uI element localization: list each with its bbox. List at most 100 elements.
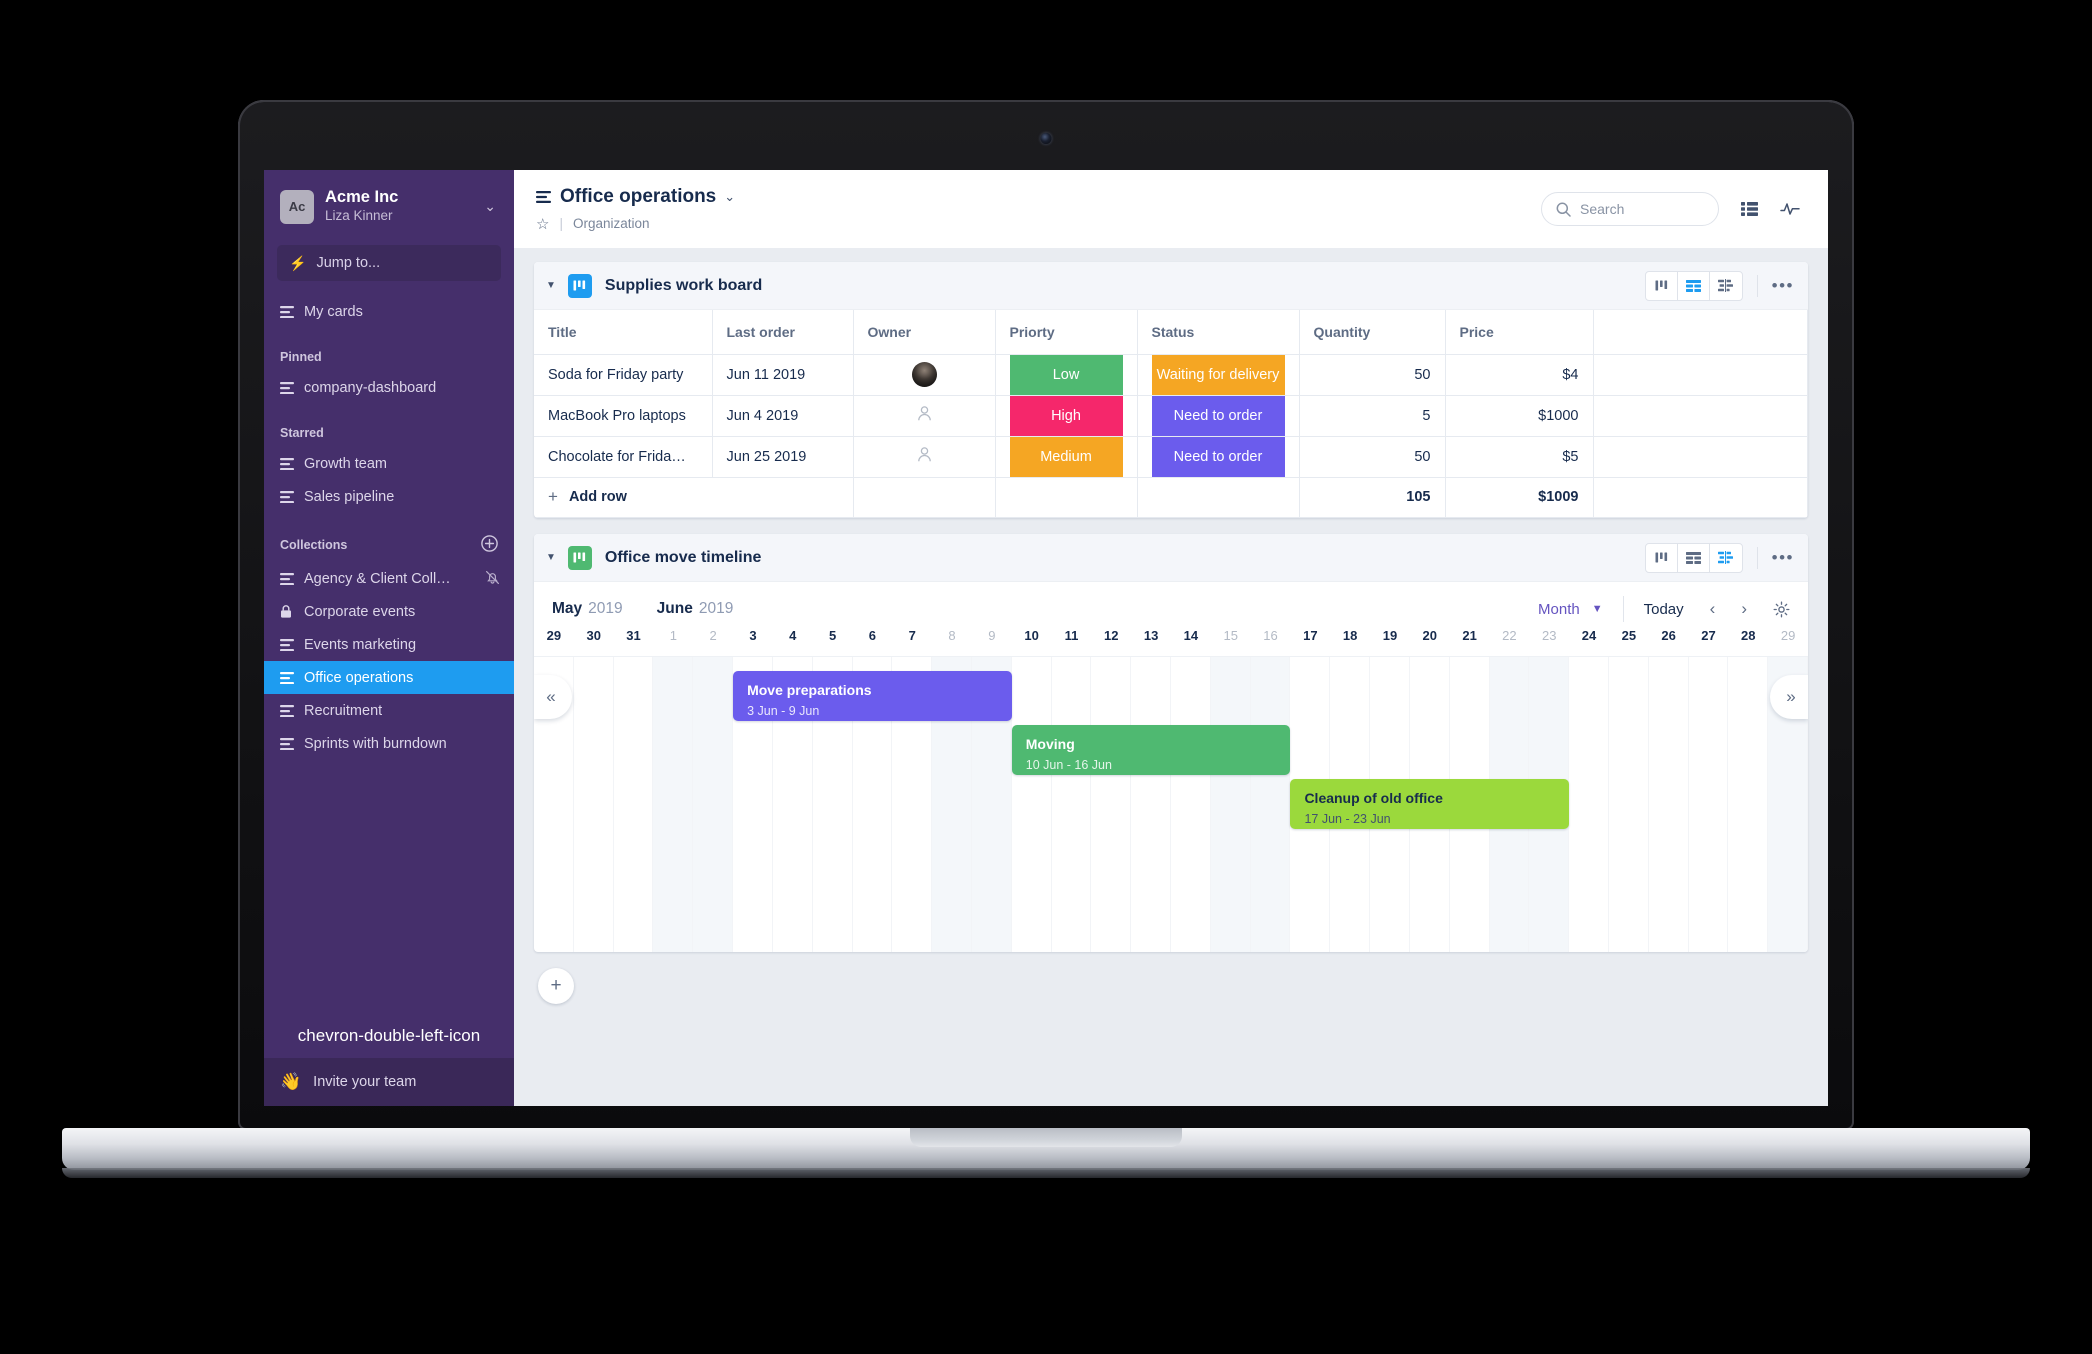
sidebar-item-events-marketing[interactable]: Events marketing bbox=[264, 628, 514, 661]
cell-priority[interactable]: High bbox=[995, 395, 1138, 437]
column-header-title[interactable]: Title bbox=[534, 310, 713, 355]
next-period-button[interactable]: › bbox=[1741, 599, 1747, 619]
list-view-icon[interactable] bbox=[1741, 202, 1758, 216]
column-header-owner[interactable]: Owner bbox=[853, 310, 996, 355]
cell-status-chip: Need to order bbox=[1151, 395, 1285, 435]
sidebar-item-sales-pipeline[interactable]: Sales pipeline bbox=[264, 480, 514, 513]
cell-quantity[interactable]: 50 bbox=[1299, 354, 1446, 396]
sidebar-item-agency-client-coll[interactable]: Agency & Client Coll… bbox=[264, 562, 514, 595]
view-table-button[interactable] bbox=[1678, 543, 1710, 572]
table-row[interactable]: Chocolate for Frida… Jun 25 2019 Medium Nee… bbox=[534, 436, 1808, 478]
collapse-board-icon[interactable]: ▼ bbox=[546, 552, 556, 563]
timeline-day-17: 17 bbox=[1303, 628, 1318, 643]
column-header-last-order[interactable]: Last order bbox=[712, 310, 854, 355]
cell-last-order[interactable]: Jun 4 2019 bbox=[712, 395, 854, 437]
top-bar: Office operations ⌄ ☆ | Organization Sea… bbox=[514, 170, 1828, 248]
cell-title[interactable]: Soda for Friday party bbox=[534, 354, 713, 396]
column-header-quantity[interactable]: Quantity bbox=[1299, 310, 1446, 355]
view-timeline-button[interactable] bbox=[1710, 544, 1742, 572]
table-row[interactable]: Soda for Friday party Jun 11 2019 Low Waiti… bbox=[534, 354, 1808, 396]
view-kanban-button[interactable] bbox=[1646, 271, 1678, 300]
jump-to-button[interactable]: ⚡ Jump to... bbox=[277, 245, 501, 282]
sidebar: Ac Acme Inc Liza Kinner ⌄ ⚡ Jump to... M… bbox=[264, 170, 514, 1106]
cell-owner[interactable] bbox=[853, 395, 996, 437]
org-name: Acme Inc bbox=[325, 188, 399, 206]
column-header-add[interactable] bbox=[1593, 310, 1808, 355]
board-more-menu[interactable]: ••• bbox=[1772, 548, 1794, 568]
timeline-bar-title: Move preparations bbox=[747, 682, 872, 698]
add-row-button[interactable]: + Add row bbox=[534, 477, 854, 518]
search-input[interactable]: Search bbox=[1541, 192, 1719, 226]
timeline-scroll-right-button[interactable]: » bbox=[1770, 675, 1808, 719]
cell-owner[interactable] bbox=[853, 354, 996, 396]
add-board-button[interactable]: + bbox=[538, 968, 574, 1004]
cell-spacer bbox=[1593, 436, 1808, 478]
timeline-day-6: 6 bbox=[868, 628, 877, 643]
view-kanban-button[interactable] bbox=[1646, 543, 1678, 572]
org-switcher[interactable]: Ac Acme Inc Liza Kinner ⌄ bbox=[264, 170, 514, 239]
cell-status[interactable]: Need to order bbox=[1137, 436, 1300, 478]
chevron-down-icon[interactable]: ⌄ bbox=[480, 198, 500, 215]
sidebar-item-corporate-events[interactable]: Corporate events bbox=[264, 595, 514, 628]
sidebar-item-my-cards[interactable]: My cards bbox=[264, 295, 514, 328]
today-button[interactable]: Today bbox=[1644, 601, 1684, 618]
cell-owner[interactable] bbox=[853, 436, 996, 478]
screenshot-stage: Ac Acme Inc Liza Kinner ⌄ ⚡ Jump to... M… bbox=[0, 0, 2092, 1354]
sidebar-item-growth-team[interactable]: Growth team bbox=[264, 447, 514, 480]
cell-priority-chip: Low bbox=[1009, 354, 1123, 394]
sidebar-item-label: Office operations bbox=[304, 669, 414, 686]
prev-period-button[interactable]: ‹ bbox=[1710, 599, 1716, 619]
cell-last-order[interactable]: Jun 25 2019 bbox=[712, 436, 854, 478]
sidebar-item-company-dashboard[interactable]: company-dashboard bbox=[264, 371, 514, 404]
sidebar-item-sprints-with-burndown[interactable]: Sprints with burndown bbox=[264, 727, 514, 760]
timeline-bar[interactable]: Moving 10 Jun - 16 Jun bbox=[1011, 725, 1291, 775]
timeline-day-23: 23 bbox=[1541, 628, 1557, 643]
cell-title[interactable]: Chocolate for Frida… bbox=[534, 436, 713, 478]
gear-icon[interactable] bbox=[1773, 601, 1790, 618]
cell-quantity[interactable]: 5 bbox=[1299, 395, 1446, 437]
sidebar-item-office-operations[interactable]: Office operations bbox=[264, 661, 514, 695]
activity-icon[interactable] bbox=[1780, 202, 1800, 216]
cell-price[interactable]: $1000 bbox=[1445, 395, 1594, 437]
timeline-day-7: 7 bbox=[908, 628, 916, 643]
collapse-board-icon[interactable]: ▼ bbox=[546, 280, 556, 291]
total-price: $1009 bbox=[1445, 477, 1594, 518]
board-header-actions: ••• bbox=[1644, 542, 1794, 573]
timeline-day-31: 31 bbox=[626, 628, 641, 643]
table-row[interactable]: MacBook Pro laptops Jun 4 2019 High Need to… bbox=[534, 395, 1808, 437]
collapse-sidebar-button[interactable]: chevron-double-left-icon bbox=[264, 1014, 514, 1058]
cell-price[interactable]: $4 bbox=[1445, 354, 1594, 396]
page-heading: Office operations ⌄ ☆ | Organization bbox=[536, 186, 735, 233]
timeline-day-20: 20 bbox=[1422, 628, 1438, 643]
cell-quantity[interactable]: 50 bbox=[1299, 436, 1446, 478]
sidebar-item-recruitment[interactable]: Recruitment bbox=[264, 694, 514, 727]
cell-last-order[interactable]: Jun 11 2019 bbox=[712, 354, 854, 396]
app-window: Ac Acme Inc Liza Kinner ⌄ ⚡ Jump to... M… bbox=[264, 170, 1828, 1106]
breadcrumb-label[interactable]: Organization bbox=[573, 216, 650, 231]
cell-priority[interactable]: Medium bbox=[995, 436, 1138, 478]
chevron-down-icon: ▼ bbox=[1591, 603, 1603, 615]
board-more-menu[interactable]: ••• bbox=[1772, 276, 1794, 296]
board-icon bbox=[280, 638, 294, 651]
chevron-down-icon[interactable]: ⌄ bbox=[724, 189, 735, 205]
bell-muted-icon[interactable] bbox=[485, 570, 500, 588]
timeline-bar[interactable]: Move preparations 3 Jun - 9 Jun bbox=[733, 671, 1012, 721]
zoom-level-select[interactable]: Month ▼ bbox=[1538, 601, 1603, 618]
zoom-level-value: Month bbox=[1538, 600, 1580, 618]
timeline-bar[interactable]: Cleanup of old office 17 Jun - 23 Jun bbox=[1290, 779, 1570, 829]
cell-title[interactable]: MacBook Pro laptops bbox=[534, 395, 713, 437]
invite-team-button[interactable]: 👋 Invite your team bbox=[264, 1058, 514, 1106]
view-timeline-button[interactable] bbox=[1710, 272, 1742, 300]
column-header-status[interactable]: Status bbox=[1137, 310, 1300, 355]
cell-status[interactable]: Need to order bbox=[1137, 395, 1300, 437]
cell-price[interactable]: $5 bbox=[1445, 436, 1594, 478]
cell-status[interactable]: Waiting for delivery bbox=[1137, 354, 1300, 396]
add-collection-icon[interactable] bbox=[481, 535, 498, 555]
column-header-priorty[interactable]: Priorty bbox=[995, 310, 1138, 355]
board-title: Office move timeline bbox=[604, 548, 762, 566]
cell-priority[interactable]: Low bbox=[995, 354, 1138, 396]
view-table-button[interactable] bbox=[1678, 271, 1710, 300]
column-header-price[interactable]: Price bbox=[1445, 310, 1594, 355]
footer-blank bbox=[1137, 477, 1300, 518]
star-icon[interactable]: ☆ bbox=[536, 215, 549, 233]
